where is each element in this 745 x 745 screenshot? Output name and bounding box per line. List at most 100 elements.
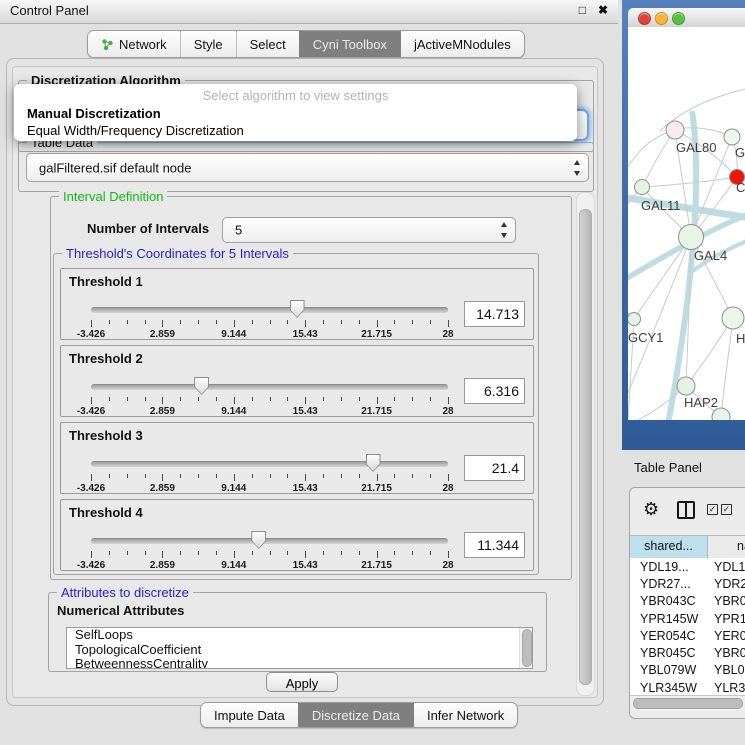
slider-thumb[interactable] [251,531,266,549]
tick-mark [162,551,163,558]
tab-select[interactable]: Select [236,31,299,57]
node-gal4[interactable] [679,225,704,250]
slider-thumb[interactable] [290,300,305,318]
threshold-value-field[interactable]: 14.713 [464,301,525,327]
scrollbar-thumb[interactable] [579,209,592,685]
table-data-combobox[interactable]: galFiltered.sif default node [26,153,589,182]
column-header-na[interactable]: na [708,536,745,558]
tick-mark [91,397,92,404]
threshold-value-field[interactable]: 6.316 [464,378,525,404]
threshold-panel: Threshold 1-3.4262.8599.14415.4321.71528… [60,268,534,340]
tab-network[interactable]: Network [88,31,180,57]
node-label-h: H [736,331,745,346]
tick-mark [287,397,288,401]
attribute-item-betweennesscentrality[interactable]: BetweennessCentrality [67,657,532,669]
thumb-face [195,378,208,394]
gear-icon[interactable]: ⚙ [643,499,659,520]
tick-mark [252,474,253,478]
spinner-down-icon [501,233,507,238]
cell-name: YER05 [707,629,745,643]
tab-discretize-data[interactable]: Discretize Data [298,703,413,727]
interval-definition-group: Interval Definition Number of Intervals … [50,196,572,580]
table-panel-titlebar: Table Panel [622,452,745,483]
algorithm-option-equal-width-frequency-discretization[interactable]: Equal Width/Frequency Discretization [14,122,577,139]
threshold-value-field[interactable]: 21.4 [464,455,525,481]
node-hap2[interactable] [677,377,695,395]
attribute-item-topologicalcoefficient[interactable]: TopologicalCoefficient [67,643,532,658]
panel-vertical-scrollbar[interactable] [576,192,595,696]
tab-infer-network[interactable]: Infer Network [413,703,517,727]
tab-label: Select [250,37,286,52]
tick-mark [359,397,360,401]
column-header-shared-[interactable]: shared... [630,536,708,558]
slider-track[interactable] [91,384,448,390]
minimize-traffic-light[interactable] [655,12,668,25]
slider-thumb[interactable] [366,454,381,472]
tab-impute-data[interactable]: Impute Data [201,703,298,727]
slider-track[interactable] [91,307,448,313]
tick-mark [252,320,253,324]
threshold-label: Threshold 1 [69,274,143,289]
tab-style[interactable]: Style [180,31,236,57]
threshold-label: Threshold 3 [69,428,143,443]
tick-mark [287,474,288,478]
tick-label: 21.715 [361,483,392,494]
tab-jactivemnodules[interactable]: jActiveMNodules [400,31,524,57]
table-horizontal-scrollbar[interactable] [630,695,745,711]
attributes-listbox[interactable]: SelfLoopsTopologicalCoefficientBetweenne… [66,627,533,669]
tick-mark [448,397,449,404]
network-window-titlebar[interactable] [628,8,745,28]
tick-label: 15.43 [293,560,318,571]
node-green-top[interactable] [724,129,740,145]
slider-track[interactable] [91,538,448,544]
column-visibility-checkboxes: ✓ ✓ [707,504,732,515]
node-label-c: C [736,180,745,195]
attributes-scrollbar[interactable] [519,628,532,668]
node-gcy1[interactable] [628,313,641,326]
tab-label: Impute Data [214,708,285,723]
apply-button[interactable]: Apply [266,672,338,692]
attribute-item-selfloops[interactable]: SelfLoops [67,628,532,643]
float-icon[interactable]: □ [579,3,586,17]
cell-name: YDR27 [707,577,745,591]
cell-name: YLR34 [707,681,745,695]
tick-mark [287,320,288,324]
threshold-value-field[interactable]: 11.344 [464,532,525,558]
tick-label: 2.859 [150,329,175,340]
tick-mark [127,551,128,555]
checkbox-checked-icon[interactable]: ✓ [707,504,718,515]
node-h[interactable] [722,307,744,329]
tick-mark [359,551,360,555]
table-row[interactable]: YBL079WYBL07 [630,662,745,679]
threshold-slider: -3.4262.8599.14415.4321.71528 [91,376,448,416]
network-canvas[interactable]: GAL80GACGAL11GAL4GCY1HHAP2 [628,27,745,420]
table-row[interactable]: YDL19...YDL19 [630,558,745,575]
checkbox-checked-icon[interactable]: ✓ [721,504,732,515]
tick-mark [162,320,163,327]
tick-mark [145,551,146,555]
node-gal11[interactable] [635,180,650,195]
threshold-label: Threshold 4 [69,505,143,520]
table-row[interactable]: YBR043CYBR04 [630,593,745,610]
close-traffic-light[interactable] [638,12,651,25]
table-row[interactable]: YLR345WYLR34 [630,679,745,696]
number-of-intervals-combobox[interactable]: 5 [222,217,516,243]
close-icon[interactable]: ✖ [598,3,608,17]
algorithm-option-manual-discretization[interactable]: Manual Discretization [14,105,577,122]
table-row[interactable]: YDR27...YDR27 [630,575,745,592]
slider-track[interactable] [91,461,448,467]
slider-thumb[interactable] [194,377,209,395]
tick-marks [91,320,448,328]
node-pink[interactable] [666,121,684,139]
cell-shared-name: YBR043C [630,594,707,608]
zoom-traffic-light[interactable] [672,12,685,25]
tab-cyni-toolbox[interactable]: Cyni Toolbox [299,31,400,57]
table-row[interactable]: YPR145WYPR14 [630,610,745,627]
scrollbar-thumb[interactable] [522,629,532,667]
table-row[interactable]: YBR045CYBR04 [630,644,745,661]
cell-name: YBL07 [707,663,745,677]
split-column-icon[interactable] [677,501,695,519]
table-row[interactable]: YER054CYER05 [630,627,745,644]
tick-mark [377,551,378,558]
scrollbar-thumb[interactable] [633,698,743,709]
